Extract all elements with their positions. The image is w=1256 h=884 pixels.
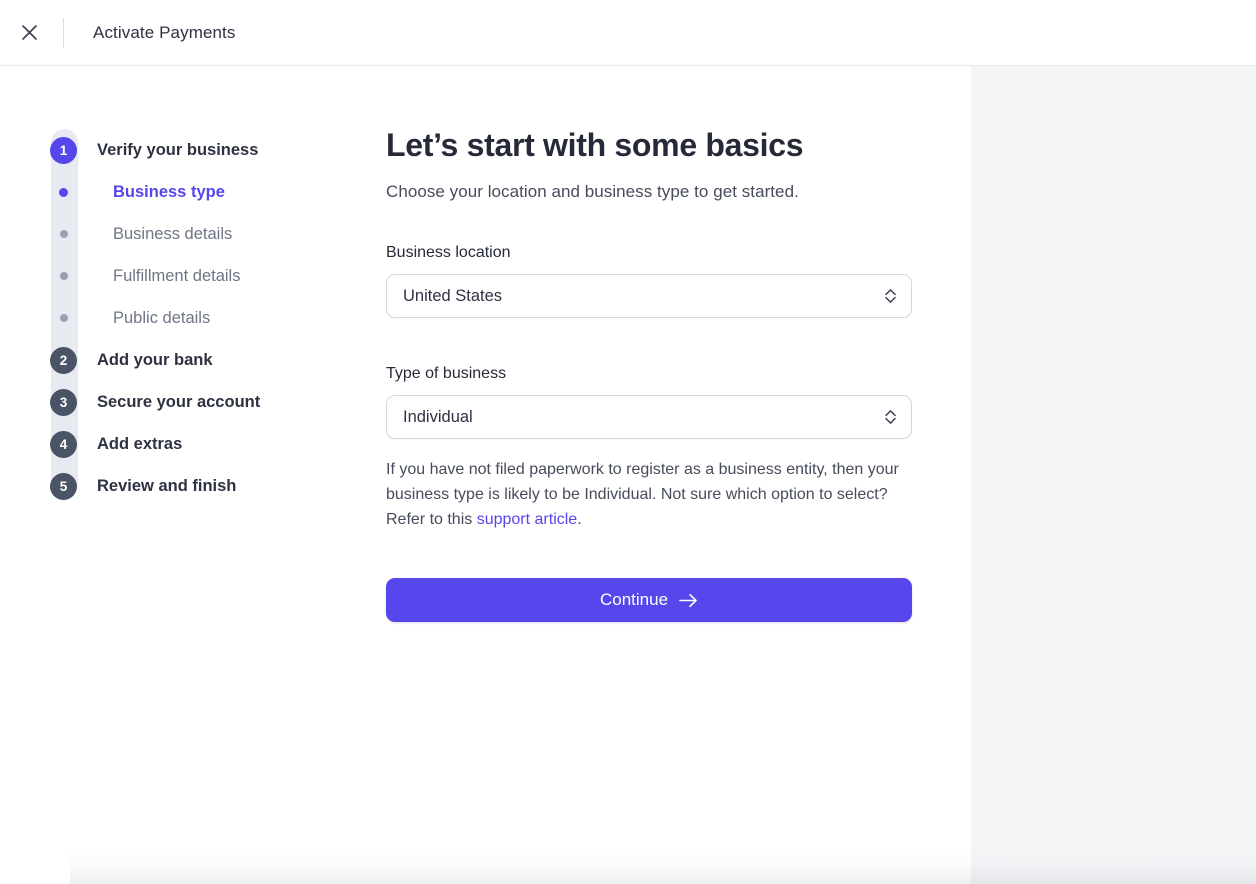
- step-marker: [50, 187, 77, 197]
- header-divider: [63, 17, 64, 48]
- support-article-link[interactable]: support article: [477, 511, 578, 528]
- chevron-up-down-icon: [884, 408, 897, 426]
- side-panel: [971, 66, 1256, 884]
- main-content: Let’s start with some basics Choose your…: [330, 66, 930, 884]
- business-location-select[interactable]: United States: [386, 274, 912, 319]
- help-text-before-link: If you have not filed paperwork to regis…: [386, 461, 899, 529]
- wizard-pane: 1 Verify your business Business type Bus…: [0, 66, 971, 884]
- step-number-badge: 2: [50, 346, 77, 374]
- close-button[interactable]: [16, 20, 42, 46]
- step-marker: 5: [50, 472, 77, 500]
- business-location-label: Business location: [386, 244, 511, 262]
- page-body: 1 Verify your business Business type Bus…: [0, 66, 1256, 884]
- step-marker: [50, 314, 77, 322]
- continue-button[interactable]: Continue: [386, 578, 912, 623]
- step-marker: 2: [50, 346, 77, 374]
- sidebar-item-business-details[interactable]: Business details: [50, 213, 330, 255]
- sidebar-step-verify-your-business[interactable]: 1 Verify your business: [50, 129, 330, 171]
- sidebar-item-public-details[interactable]: Public details: [50, 297, 330, 339]
- close-icon: [20, 23, 39, 42]
- stepper-sidebar: 1 Verify your business Business type Bus…: [0, 66, 330, 884]
- step-number-badge: 4: [50, 430, 77, 458]
- business-type-value: Individual: [403, 407, 473, 426]
- substep-dot-icon: [59, 187, 68, 197]
- sidebar-step-label: Add extras: [97, 434, 183, 453]
- business-type-field: Type of business Individual: [386, 365, 930, 440]
- business-type-label: Type of business: [386, 365, 507, 383]
- sidebar-item-fulfillment-details[interactable]: Fulfillment details: [50, 255, 330, 297]
- step-marker: 4: [50, 430, 77, 458]
- business-type-help-text: If you have not filed paperwork to regis…: [386, 457, 908, 532]
- continue-button-label: Continue: [599, 590, 669, 610]
- page-title: Activate Payments: [93, 22, 236, 42]
- arrow-right-icon: [679, 593, 698, 608]
- sidebar-substep-label: Business type: [113, 182, 225, 201]
- business-type-select[interactable]: Individual: [386, 395, 912, 440]
- sidebar-substep-label: Business details: [113, 224, 233, 243]
- sidebar-item-business-type[interactable]: Business type: [50, 171, 330, 213]
- business-location-value: United States: [403, 286, 503, 305]
- chevron-up-down-icon: [884, 287, 897, 305]
- stepper-list: 1 Verify your business Business type Bus…: [50, 129, 330, 507]
- sidebar-step-add-your-bank[interactable]: 2 Add your bank: [50, 339, 330, 381]
- sidebar-step-label: Review and finish: [97, 476, 237, 495]
- sidebar-step-label: Verify your business: [97, 140, 259, 159]
- substep-dot-icon: [59, 230, 68, 238]
- step-marker: 3: [50, 388, 77, 416]
- main-heading: Let’s start with some basics: [386, 127, 804, 163]
- substep-dot-icon: [59, 314, 68, 322]
- sidebar-step-label: Secure your account: [97, 392, 261, 411]
- step-marker: [50, 230, 77, 238]
- sidebar-step-secure-your-account[interactable]: 3 Secure your account: [50, 381, 330, 423]
- step-number-badge: 3: [50, 388, 77, 416]
- step-marker: 1: [50, 136, 77, 164]
- sidebar-substep-label: Public details: [113, 308, 211, 327]
- substep-dot-icon: [59, 272, 68, 280]
- step-number-badge: 1: [50, 136, 77, 164]
- sidebar-step-add-extras[interactable]: 4 Add extras: [50, 423, 330, 465]
- sidebar-step-label: Add your bank: [97, 350, 213, 369]
- app-header: Activate Payments: [0, 0, 1256, 66]
- help-text-after-link: .: [577, 511, 582, 529]
- main-subheading: Choose your location and business type t…: [386, 182, 799, 202]
- step-number-badge: 5: [50, 472, 77, 500]
- step-marker: [50, 272, 77, 280]
- sidebar-step-review-and-finish[interactable]: 5 Review and finish: [50, 465, 330, 507]
- business-location-field: Business location United States: [386, 244, 930, 319]
- sidebar-substep-label: Fulfillment details: [113, 266, 241, 285]
